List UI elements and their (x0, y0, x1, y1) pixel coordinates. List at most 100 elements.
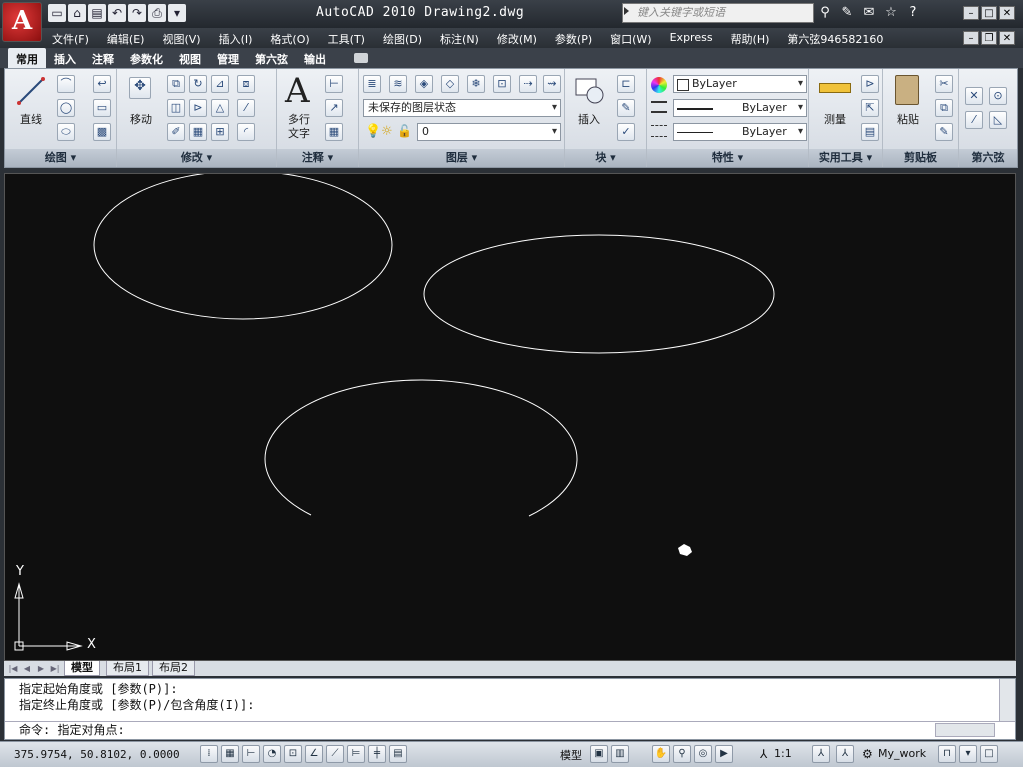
tab-manage[interactable]: 管理 (209, 48, 247, 68)
panel-draw-title[interactable]: 绘图 ▾ (5, 149, 116, 167)
menu-window[interactable]: 窗口(W) (610, 28, 651, 48)
menu-file[interactable]: 文件(F) (52, 28, 89, 48)
annotation-scale-icon[interactable]: ⅄ (760, 747, 767, 761)
redo-icon[interactable]: ↷ (128, 4, 146, 22)
measure-ruler-icon[interactable] (819, 83, 851, 93)
panel-properties-title[interactable]: 特性 ▾ (647, 149, 808, 167)
command-input[interactable]: 命令: 指定对角点: (5, 721, 1015, 739)
maximize-button[interactable]: □ (981, 6, 997, 20)
panel-custom-title[interactable]: 第六弦 (959, 149, 1017, 167)
annotation-scale-value[interactable]: 1:1 (774, 747, 792, 760)
menu-dimension[interactable]: 标注(N) (440, 28, 479, 48)
object-snap-icon[interactable]: ⊡ (284, 745, 302, 763)
mirror-icon[interactable]: ◫ (167, 99, 185, 117)
line-tool-icon[interactable] (15, 75, 47, 107)
last-layout-icon[interactable]: ▶| (50, 663, 60, 674)
ortho-mode-icon[interactable]: ⊢ (242, 745, 260, 763)
open-file-icon[interactable]: ⌂ (68, 4, 86, 22)
quick-select-icon[interactable]: ⊳ (861, 75, 879, 93)
doc-close-button[interactable]: ✕ (999, 31, 1015, 45)
layer-state-dropdown[interactable]: 未保存的图层状态 (363, 99, 561, 117)
copy-icon[interactable]: ⧉ (167, 75, 185, 93)
ribbon-minimize-button[interactable] (354, 53, 368, 63)
cursor-coordinates[interactable]: 375.9754, 50.8102, 0.0000 (14, 748, 180, 761)
menu-custom[interactable]: 第六弦946582160 (787, 28, 883, 48)
menu-edit[interactable]: 编辑(E) (107, 28, 145, 48)
search-input[interactable]: 键入关键字或短语 (622, 3, 814, 23)
array-icon[interactable]: ▦ (189, 123, 207, 141)
communication-icon[interactable]: ✉ (860, 4, 878, 22)
hatch-icon[interactable]: ▩ (93, 123, 111, 141)
layer-walk-icon[interactable]: ⇝ (543, 75, 561, 93)
menu-express[interactable]: Express (670, 28, 713, 48)
offset-icon[interactable]: ⧈ (237, 75, 255, 93)
workspace-gear-icon[interactable]: ⚙ (862, 747, 873, 761)
panel-annotate-title[interactable]: 注释 ▾ (277, 149, 358, 167)
help-icon[interactable]: ? (904, 4, 922, 22)
doc-minimize-button[interactable]: – (963, 31, 979, 45)
clean-screen-icon[interactable]: □ (980, 745, 998, 763)
minimize-button[interactable]: – (963, 6, 979, 20)
tab-annotate[interactable]: 注释 (84, 48, 122, 68)
insert-block-label[interactable]: 插入 (571, 111, 607, 127)
edit-attributes-icon[interactable]: ✓ (617, 123, 635, 141)
table-icon[interactable]: ▦ (325, 123, 343, 141)
polyline-icon[interactable]: ⌒ (57, 75, 75, 93)
undo-icon[interactable]: ↶ (108, 4, 126, 22)
print-icon[interactable]: ⎙ (148, 4, 166, 22)
stretch-icon[interactable]: ⊳ (189, 99, 207, 117)
line-tool-label[interactable]: 直线 (15, 111, 47, 127)
quick-view-drawings-icon[interactable]: ▥ (611, 745, 629, 763)
menu-parametric[interactable]: 参数(P) (555, 28, 592, 48)
zoom-icon[interactable]: ⚲ (673, 745, 691, 763)
create-block-icon[interactable]: ⊏ (617, 75, 635, 93)
color-wheel-icon[interactable] (651, 77, 667, 93)
panel-layers-title[interactable]: 图层 ▾ (359, 149, 564, 167)
color-dropdown[interactable]: ByLayer (673, 75, 807, 93)
quick-view-layouts-icon[interactable]: ▣ (590, 745, 608, 763)
pan-icon[interactable]: ✋ (652, 745, 670, 763)
menu-help[interactable]: 帮助(H) (731, 28, 770, 48)
menu-format[interactable]: 格式(O) (270, 28, 309, 48)
multiline-text-icon[interactable]: A (285, 71, 310, 111)
menu-tools[interactable]: 工具(T) (328, 28, 365, 48)
panel-utilities-title[interactable]: 实用工具 ▾ (809, 149, 882, 167)
dynamic-input-icon[interactable]: ⊨ (347, 745, 365, 763)
tab-custom[interactable]: 第六弦 (247, 48, 296, 68)
grid-mode-icon[interactable]: ▦ (221, 745, 239, 763)
circle-icon[interactable]: ◯ (57, 99, 75, 117)
application-menu-button[interactable]: A (2, 2, 42, 42)
doc-restore-button[interactable]: ❐ (981, 31, 997, 45)
layer-isolate-icon[interactable]: ◇ (441, 75, 459, 93)
tab-parametric[interactable]: 参数化 (122, 48, 171, 68)
custom-tool-1-icon[interactable]: ✕ (965, 87, 983, 105)
layer-lock-icon[interactable]: ⊡ (493, 75, 511, 93)
paste-label[interactable]: 粘贴 (891, 111, 925, 127)
lineweight-toggle-icon[interactable]: ╪ (368, 745, 386, 763)
layer-on-icon[interactable]: 💡 (365, 124, 381, 139)
custom-tool-2-icon[interactable]: ⊙ (989, 87, 1007, 105)
match-properties-icon[interactable]: ✎ (935, 123, 953, 141)
layer-thaw-icon[interactable]: ☼ (381, 124, 393, 139)
tab-home[interactable]: 常用 (8, 48, 46, 68)
scale-icon[interactable]: △ (211, 99, 229, 117)
close-button[interactable]: ✕ (999, 6, 1015, 20)
command-history-scrollbar[interactable] (999, 679, 1015, 721)
toolbar-lock-icon[interactable]: ⊓ (938, 745, 956, 763)
menu-insert[interactable]: 插入(I) (219, 28, 253, 48)
workspace-switcher[interactable]: My_work (878, 747, 926, 760)
linetype-icon[interactable] (651, 101, 667, 113)
steering-wheel-icon[interactable]: ◎ (694, 745, 712, 763)
measure-tool-label[interactable]: 测量 (817, 111, 853, 127)
cut-icon[interactable]: ✂ (935, 75, 953, 93)
edit-block-icon[interactable]: ✎ (617, 99, 635, 117)
rectangle-icon[interactable]: ▭ (93, 99, 111, 117)
trim-icon[interactable]: ⊿ (211, 75, 229, 93)
calculator-icon[interactable]: ▤ (861, 123, 879, 141)
layer-state-icon[interactable]: ≋ (389, 75, 407, 93)
layer-off-icon[interactable]: ◈ (415, 75, 433, 93)
menu-draw[interactable]: 绘图(D) (383, 28, 422, 48)
subscription-icon[interactable]: ✎ (838, 4, 856, 22)
paste-clipboard-icon[interactable] (895, 75, 919, 105)
new-file-icon[interactable]: ▭ (48, 4, 66, 22)
